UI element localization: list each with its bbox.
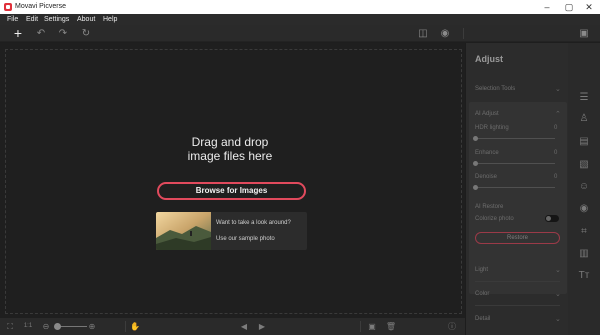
bottom-divider-2: [360, 321, 361, 332]
bottom-bar: ⛶ 1:1 ⊖ ⊕ ✋ ◀ ▶ ▣ 🗑 ⓘ: [0, 318, 465, 335]
ai-adjust-header[interactable]: AI Adjust: [475, 111, 499, 117]
selection-tools-header[interactable]: Selection Tools: [475, 86, 515, 92]
sample-photo-card[interactable]: Want to take a look around? Use our samp…: [156, 212, 307, 250]
background-icon[interactable]: ▤: [576, 134, 592, 150]
maximize-button[interactable]: ▢: [558, 0, 580, 14]
denoise-handle[interactable]: [473, 185, 478, 190]
menu-edit[interactable]: Edit: [26, 16, 38, 23]
colorize-photo-label: Colorize photo: [475, 216, 514, 222]
image-info-icon[interactable]: ▣: [366, 319, 378, 334]
sample-photo-link[interactable]: Use our sample photo: [216, 236, 275, 242]
hdr-lighting-slider[interactable]: [475, 138, 555, 139]
enhance-handle[interactable]: [473, 161, 478, 166]
preview-eye-icon[interactable]: ◉: [438, 26, 452, 41]
save-icon[interactable]: ▣: [577, 26, 591, 41]
menu-file[interactable]: File: [7, 16, 18, 23]
image-canvas[interactable]: Drag and drop image files here Browse fo…: [0, 43, 465, 318]
denoise-slider[interactable]: [475, 187, 555, 188]
resize-icon[interactable]: ▥: [576, 246, 592, 262]
zoom-in-icon[interactable]: ⊕: [86, 319, 98, 334]
menu-bar: File Edit Settings About Help: [0, 14, 600, 25]
menu-help[interactable]: Help: [103, 16, 117, 23]
compare-icon[interactable]: ◫: [416, 26, 430, 41]
section-divider: [475, 305, 560, 306]
object-remove-icon[interactable]: ▧: [576, 157, 592, 173]
minimize-button[interactable]: –: [536, 0, 558, 14]
browse-images-button[interactable]: Browse for Images: [157, 182, 306, 200]
toolbar: + ↶ ↷ ↻ ◫ ◉ ▣: [0, 25, 600, 42]
tool-sidebar: ☰ ♙ ▤ ▧ ☺ ◉ ⌗ ▥ Tт: [568, 43, 600, 335]
zoom-slider-track[interactable]: [57, 326, 87, 327]
sample-prompt-text: Want to take a look around?: [216, 220, 291, 226]
denoise-value[interactable]: 0: [554, 174, 557, 180]
menu-settings[interactable]: Settings: [44, 16, 69, 23]
crop-icon[interactable]: ⌗: [576, 224, 592, 240]
retouch-icon[interactable]: ◉: [576, 201, 592, 217]
window-title: Movavi Picverse: [15, 3, 66, 10]
drop-text-line2: image files here: [187, 149, 273, 163]
delete-icon[interactable]: 🗑: [385, 319, 397, 334]
color-section-header[interactable]: Color: [475, 291, 489, 297]
redo-icon[interactable]: ↷: [56, 26, 70, 41]
chevron-down-icon[interactable]: ⌄: [555, 315, 561, 323]
sample-photo-thumbnail: [156, 212, 211, 250]
fit-to-screen-icon[interactable]: ⛶: [4, 319, 16, 334]
reset-icon[interactable]: ↻: [79, 26, 93, 41]
hdr-lighting-value[interactable]: 0: [554, 125, 557, 131]
enhance-value[interactable]: 0: [554, 150, 557, 156]
enhance-label: Enhance: [475, 150, 499, 156]
chevron-up-icon[interactable]: ⌃: [555, 110, 561, 118]
denoise-label: Denoise: [475, 174, 498, 180]
title-bar: Movavi Picverse – ▢ ✕: [0, 0, 600, 14]
next-image-icon[interactable]: ▶: [256, 319, 268, 334]
bottom-divider: [125, 321, 126, 332]
zoom-out-icon[interactable]: ⊖: [40, 319, 52, 334]
chevron-down-icon[interactable]: ⌄: [555, 85, 561, 93]
add-icon[interactable]: +: [11, 26, 25, 41]
chevron-down-icon[interactable]: ⌄: [555, 290, 561, 298]
adjust-sliders-icon[interactable]: ☰: [576, 90, 592, 106]
actual-size-button[interactable]: 1:1: [22, 319, 34, 334]
app-logo-icon: [4, 3, 12, 11]
colorize-photo-toggle[interactable]: [545, 215, 559, 222]
previous-image-icon[interactable]: ◀: [238, 319, 250, 334]
close-button[interactable]: ✕: [578, 0, 600, 14]
hdr-lighting-label: HDR lighting: [475, 125, 509, 131]
text-icon[interactable]: Tт: [576, 268, 592, 284]
drop-text-line1: Drag and drop: [191, 135, 269, 149]
undo-icon[interactable]: ↶: [34, 26, 48, 41]
ai-restore-header: AI Restore: [475, 204, 504, 210]
adjust-panel: Adjust Selection Tools ⌄ AI Adjust ⌃ HDR…: [465, 43, 568, 335]
light-section-header[interactable]: Light: [475, 267, 488, 273]
effects-icon[interactable]: ☺: [576, 179, 592, 195]
toolbar-divider: [463, 28, 464, 39]
zoom-slider-handle[interactable]: [54, 323, 61, 330]
detail-section-header[interactable]: Detail: [475, 316, 490, 322]
hdr-lighting-handle[interactable]: [473, 136, 478, 141]
drop-instructions: Drag and drop image files here: [160, 135, 300, 163]
menu-about[interactable]: About: [77, 16, 95, 23]
enhance-slider[interactable]: [475, 163, 555, 164]
hand-tool-icon[interactable]: ✋: [129, 319, 141, 334]
help-icon[interactable]: ⓘ: [446, 319, 458, 334]
portrait-icon[interactable]: ♙: [576, 111, 592, 127]
chevron-down-icon[interactable]: ⌄: [555, 266, 561, 274]
panel-title: Adjust: [475, 54, 503, 64]
section-divider: [475, 281, 560, 282]
restore-button[interactable]: Restore: [475, 232, 560, 244]
